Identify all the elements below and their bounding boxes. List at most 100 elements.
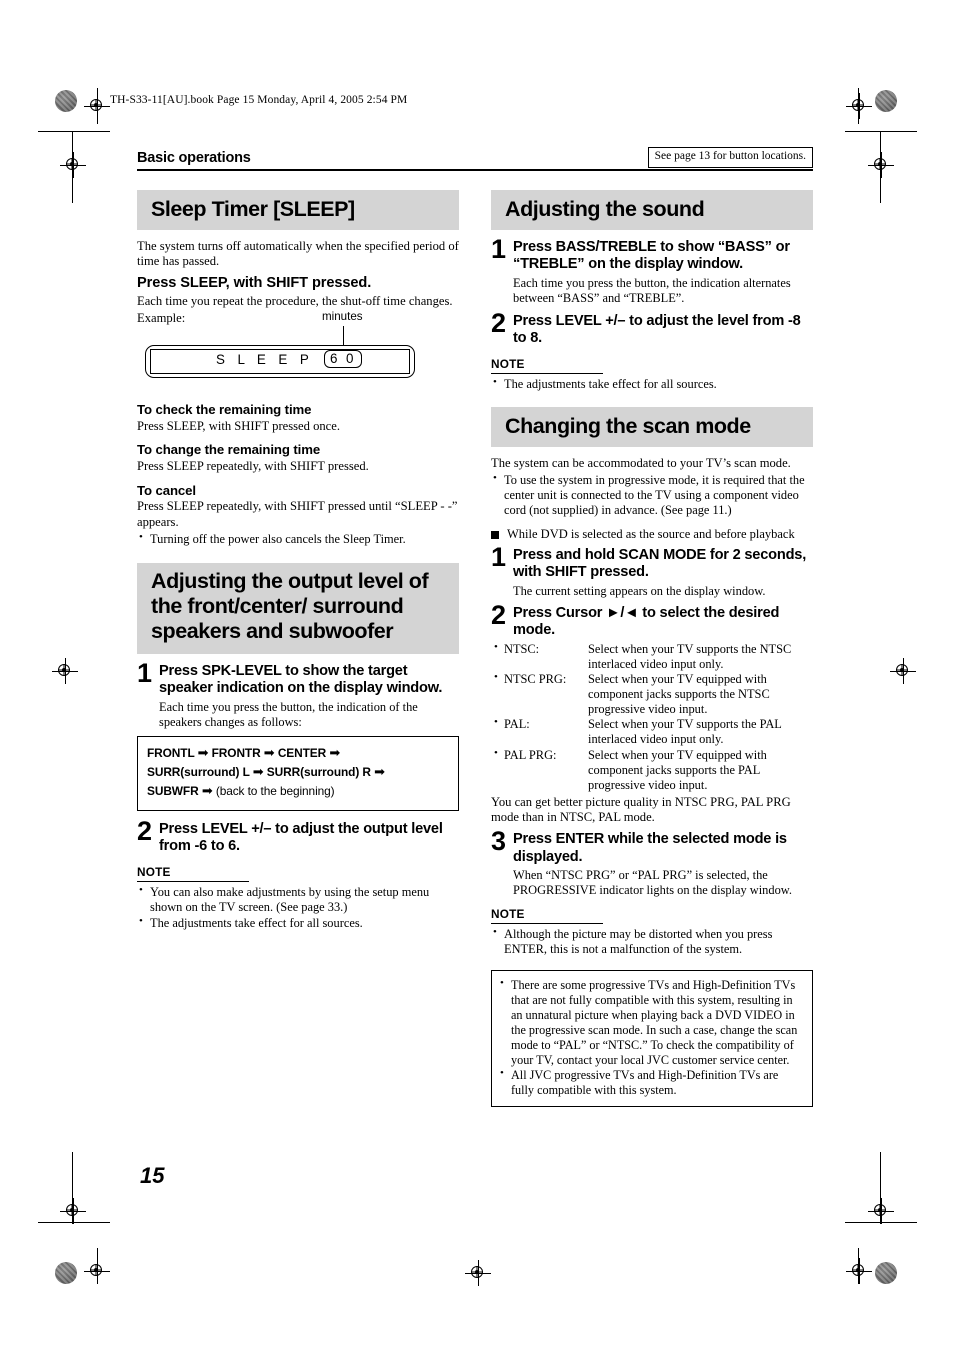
see-page-note: See page 13 for button locations. bbox=[647, 147, 813, 168]
scan-step-1: 1 Press and hold SCAN MODE for 2 seconds… bbox=[491, 541, 813, 599]
display-sleep-value: 6 0 bbox=[324, 350, 362, 369]
step-number: 2 bbox=[137, 815, 153, 846]
seq-loop-note: (back to the beginning) bbox=[215, 784, 335, 799]
arrow-icon: ➡ bbox=[201, 783, 213, 799]
crop-line-top-left-h bbox=[38, 131, 110, 133]
right-column: Adjusting the sound 1 Press BASS/TREBLE … bbox=[491, 190, 813, 1108]
scan-step-2: 2 Press Cursor ►/◄ to select the desired… bbox=[491, 599, 813, 640]
list-item: There are some progressive TVs and High-… bbox=[498, 977, 804, 1067]
sleep-action-desc: Each time you repeat the procedure, the … bbox=[137, 293, 453, 308]
step-title: Press SPK-LEVEL to show the target speak… bbox=[159, 662, 443, 697]
sound-step-2: 2 Press LEVEL +/– to adjust the level fr… bbox=[491, 307, 813, 348]
scan-modes-footer: You can get better picture quality in NT… bbox=[491, 794, 791, 825]
registration-mark-inner-bottom-left bbox=[60, 1198, 86, 1224]
seq-center: CENTER bbox=[277, 746, 327, 761]
heading-sleep-timer: Sleep Timer [SLEEP] bbox=[137, 190, 459, 230]
list-item: PAL: Select when your TV supports the PAL… bbox=[491, 716, 813, 747]
registration-mark-inner-top-right bbox=[868, 152, 894, 178]
scan-note-list: Although the picture may be distorted wh… bbox=[491, 926, 813, 957]
mode-term: PAL: bbox=[504, 717, 530, 732]
sleep-intro: The system turns off automatically when … bbox=[137, 238, 459, 269]
registration-mark-inner-top-left bbox=[60, 152, 86, 178]
note-title: NOTE bbox=[491, 907, 525, 922]
sleep-subsection-0: To check the remaining time Press SLEEP,… bbox=[137, 402, 459, 434]
step-number: 3 bbox=[491, 826, 507, 857]
sleep-display-figure: minutes S L E E P 6 0 bbox=[137, 310, 459, 394]
step-title: Press LEVEL +/– to adjust the output lev… bbox=[159, 820, 443, 855]
sleep-example-label: Example: bbox=[137, 311, 186, 326]
printer-dot-bottom-right bbox=[875, 1262, 897, 1284]
sleep-sub-title-1: To change the remaining time bbox=[137, 442, 321, 458]
arrow-icon: ➡ bbox=[374, 764, 385, 780]
list-item: Although the picture may be distorted wh… bbox=[491, 926, 813, 957]
book-file-line: TH-S33-11[AU].book Page 15 Monday, April… bbox=[110, 94, 408, 106]
output-note-block: NOTE You can also make adjustments by us… bbox=[137, 865, 459, 931]
sound-step-1: 1 Press BASS/TREBLE to show “BASS” or “T… bbox=[491, 235, 813, 306]
mode-term: NTSC PRG: bbox=[504, 671, 567, 686]
list-item: NTSC PRG: Select when your TV equipped wi… bbox=[491, 671, 813, 717]
registration-mark-bottom-left bbox=[84, 1258, 110, 1284]
sleep-action: Press SLEEP, with SHIFT pressed. bbox=[137, 275, 372, 292]
scan-mode-definitions: NTSC: Select when your TV supports the NT… bbox=[491, 641, 813, 793]
mode-term: NTSC: bbox=[504, 641, 540, 656]
output-step-2: 2 Press LEVEL +/– to adjust the output l… bbox=[137, 815, 459, 856]
scan-square-head-text: While DVD is selected as the source and … bbox=[507, 526, 795, 541]
sleep-subsection-2: To cancel Press SLEEP repeatedly, with S… bbox=[137, 483, 459, 530]
note-rule bbox=[137, 880, 249, 882]
step-number: 2 bbox=[491, 307, 507, 338]
heading-scan-mode: Changing the scan mode bbox=[491, 406, 813, 447]
output-step-1: 1 Press SPK-LEVEL to show the target spe… bbox=[137, 659, 459, 730]
registration-mark-top-right bbox=[846, 93, 872, 119]
mode-term: PAL PRG: bbox=[504, 747, 557, 762]
speaker-sequence-box: FRONTL ➡ FRONTR ➡ CENTER ➡ SURR(surround… bbox=[137, 736, 459, 811]
sound-note-block: NOTE The adjustments take effect for all… bbox=[491, 357, 813, 392]
printer-dot-bottom-left bbox=[55, 1262, 77, 1284]
step-desc: The current setting appears on the displ… bbox=[513, 583, 766, 598]
seq-frontl: FRONTL bbox=[147, 746, 195, 761]
step-number: 1 bbox=[491, 541, 507, 572]
mode-def: Select when your TV equipped with compon… bbox=[588, 671, 770, 717]
list-item: You can also make adjustments by using t… bbox=[137, 884, 459, 915]
seq-surr-l: SURR(surround) L bbox=[147, 765, 250, 780]
step-title: Press and hold SCAN MODE for 2 seconds, … bbox=[513, 546, 807, 581]
page-header: Basic operations See page 13 for button … bbox=[137, 147, 813, 171]
registration-mark-mid-right bbox=[890, 658, 916, 684]
step-title: Press LEVEL +/– to adjust the level from… bbox=[513, 312, 801, 347]
sleep-sub-title-0: To check the remaining time bbox=[137, 402, 312, 418]
mode-def: Select when your TV equipped with compon… bbox=[588, 747, 767, 792]
left-column: Sleep Timer [SLEEP] The system turns off… bbox=[137, 190, 459, 932]
mode-def: Select when your TV supports the PAL int… bbox=[588, 717, 782, 747]
sound-note-list: The adjustments take effect for all sour… bbox=[491, 376, 813, 392]
arrow-icon: ➡ bbox=[263, 745, 275, 761]
seq-frontr: FRONTR bbox=[211, 746, 261, 761]
list-item: The adjustments take effect for all sour… bbox=[137, 915, 459, 931]
minutes-label: minutes bbox=[322, 310, 363, 324]
step-number: 2 bbox=[491, 599, 507, 630]
step-desc: When “NTSC PRG” or “PAL PRG” is selected… bbox=[513, 868, 793, 898]
heading-adjusting-sound: Adjusting the sound bbox=[491, 190, 813, 230]
registration-mark-bottom-right bbox=[846, 1258, 872, 1284]
heading-output-level: Adjusting the output level of the front/… bbox=[137, 562, 459, 654]
scan-intro: The system can be accommodated to your T… bbox=[491, 455, 791, 470]
sleep-sub-body-2: Press SLEEP repeatedly, with SHIFT press… bbox=[137, 499, 458, 529]
scan-square-head: While DVD is selected as the source and … bbox=[491, 527, 813, 542]
step-title: Press Cursor ►/◄ to select the desired m… bbox=[513, 604, 780, 639]
output-note-list: You can also make adjustments by using t… bbox=[137, 884, 459, 931]
note-title: NOTE bbox=[491, 356, 525, 371]
registration-mark-mid-left bbox=[52, 658, 78, 684]
page-number: 15 bbox=[140, 1163, 165, 1188]
leader-line bbox=[343, 326, 345, 346]
note-rule bbox=[491, 923, 603, 925]
display-window-graphic: S L E E P 6 0 bbox=[145, 345, 415, 379]
registration-mark-inner-bottom-right bbox=[868, 1198, 894, 1224]
arrow-icon: ➡ bbox=[329, 745, 341, 761]
printer-dot-top-left bbox=[55, 90, 77, 112]
sleep-sub-body-0: Press SLEEP, with SHIFT pressed once. bbox=[137, 419, 341, 434]
list-item: Turning off the power also cancels the S… bbox=[137, 531, 459, 547]
step-title: Press ENTER while the selected mode is d… bbox=[513, 831, 787, 865]
scan-warning-list: There are some progressive TVs and High-… bbox=[498, 977, 804, 1098]
list-item: All JVC progressive TVs and High-Definit… bbox=[498, 1067, 804, 1098]
registration-mark-bottom-center bbox=[465, 1260, 491, 1286]
header-rule bbox=[137, 169, 813, 171]
step-desc: Each time you press the button, the indi… bbox=[513, 275, 791, 305]
